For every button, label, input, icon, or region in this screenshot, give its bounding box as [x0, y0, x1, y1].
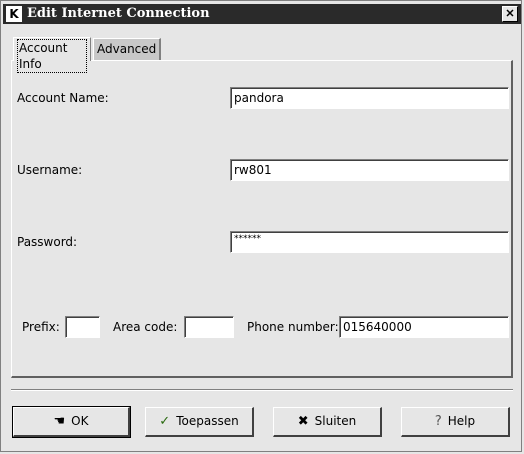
- password-label: Password:: [17, 235, 78, 249]
- hand-pointer-icon: ☚: [53, 414, 66, 429]
- phone-number-label: Phone number:: [247, 320, 339, 334]
- question-mark-icon: ?: [434, 414, 442, 429]
- tab-account-info[interactable]: Account Info: [13, 37, 91, 73]
- close-button-label: Sluiten: [314, 414, 357, 428]
- close-button[interactable]: ✖ Sluiten: [273, 407, 382, 437]
- ok-button[interactable]: ☚ OK: [12, 406, 131, 438]
- tab-advanced[interactable]: Advanced: [93, 38, 161, 60]
- edit-connection-window: K Edit Internet Connection ✕ Account Inf…: [0, 0, 522, 452]
- tab-account-info-label: Account Info: [17, 39, 87, 73]
- title-bar[interactable]: K Edit Internet Connection ✕: [3, 4, 521, 24]
- area-code-field[interactable]: [184, 316, 234, 338]
- account-name-field[interactable]: pandora: [230, 87, 509, 109]
- separator: [11, 389, 513, 391]
- ok-button-label: OK: [71, 414, 89, 428]
- checkmark-icon: ✓: [159, 414, 171, 429]
- apply-button[interactable]: ✓ Toepassen: [145, 407, 254, 437]
- username-field[interactable]: rw801: [230, 159, 509, 181]
- prefix-field[interactable]: [65, 316, 100, 338]
- help-button-label: Help: [447, 414, 476, 428]
- account-name-label: Account Name:: [17, 91, 109, 105]
- phone-number-field[interactable]: 015640000: [339, 316, 509, 338]
- username-label: Username:: [17, 163, 83, 177]
- apply-button-label: Toepassen: [176, 414, 239, 428]
- prefix-label: Prefix:: [22, 320, 60, 334]
- tab-advanced-label: Advanced: [97, 42, 157, 56]
- x-icon: ✖: [297, 414, 309, 429]
- help-button[interactable]: ? Help: [401, 407, 510, 437]
- kde-logo-icon: K: [6, 6, 22, 22]
- area-code-label: Area code:: [113, 320, 178, 334]
- password-field[interactable]: ******: [230, 231, 509, 253]
- close-window-button[interactable]: ✕: [502, 6, 518, 22]
- window-title: Edit Internet Connection: [27, 6, 210, 21]
